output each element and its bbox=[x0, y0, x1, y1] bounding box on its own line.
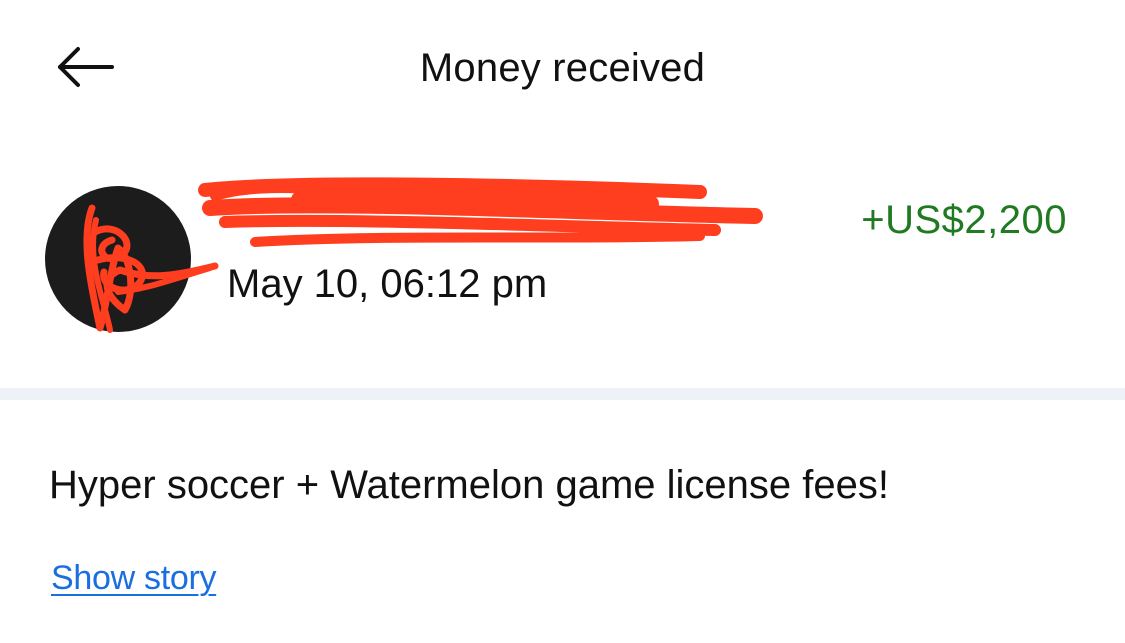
header-bar: Money received bbox=[0, 0, 1125, 136]
section-divider bbox=[0, 388, 1125, 400]
show-story-link[interactable]: Show story bbox=[51, 556, 216, 600]
payment-note: Hyper soccer + Watermelon game license f… bbox=[49, 463, 889, 507]
transaction-amount: +US$2,200 bbox=[861, 198, 1067, 242]
transaction-date: May 10, 06:12 pm bbox=[227, 262, 548, 306]
avatar[interactable] bbox=[45, 186, 191, 332]
transaction-row: May 10, 06:12 pm +US$2,200 bbox=[0, 160, 1125, 370]
page-title: Money received bbox=[419, 46, 706, 90]
